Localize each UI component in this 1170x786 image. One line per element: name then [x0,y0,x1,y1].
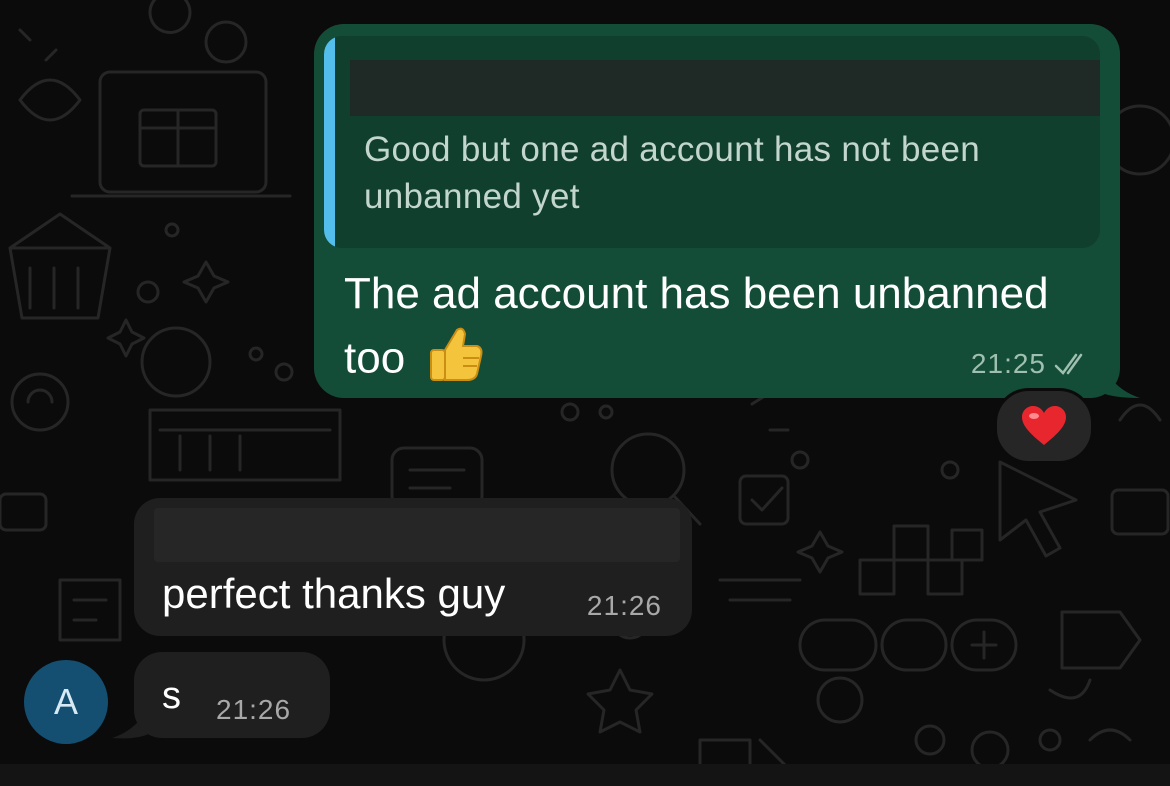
incoming-message-text: perfect thanks guy [162,570,506,617]
outgoing-message-time: 21:25 [970,348,1046,379]
thumbs-up-icon [427,324,485,398]
sender-avatar[interactable]: A [24,660,108,744]
outgoing-message-bubble[interactable]: Good but one ad account has not been unb… [314,24,1120,398]
incoming-message-time: 21:26 [216,694,292,725]
incoming-message-time: 21:26 [586,590,662,621]
avatar-initial: A [53,681,78,722]
incoming-message-bubble[interactable]: s 21:26 [134,652,330,738]
quoted-sender-redacted [350,60,1100,116]
quoted-message[interactable]: Good but one ad account has not been unb… [324,36,1100,248]
red-heart-icon [1022,406,1066,445]
sender-name-redacted [154,508,680,562]
double-check-icon [1054,353,1083,375]
outgoing-bubble-tail [1100,358,1140,398]
message-reaction[interactable] [994,388,1094,464]
incoming-message-text: s [162,675,181,717]
bottom-bar [0,764,1170,786]
quote-accent-bar [324,36,335,248]
incoming-message-bubble[interactable]: perfect thanks guy 21:26 [134,498,692,636]
outgoing-message-meta: 21:25 [971,348,1090,380]
quoted-message-text: Good but one ad account has not been unb… [364,130,981,216]
